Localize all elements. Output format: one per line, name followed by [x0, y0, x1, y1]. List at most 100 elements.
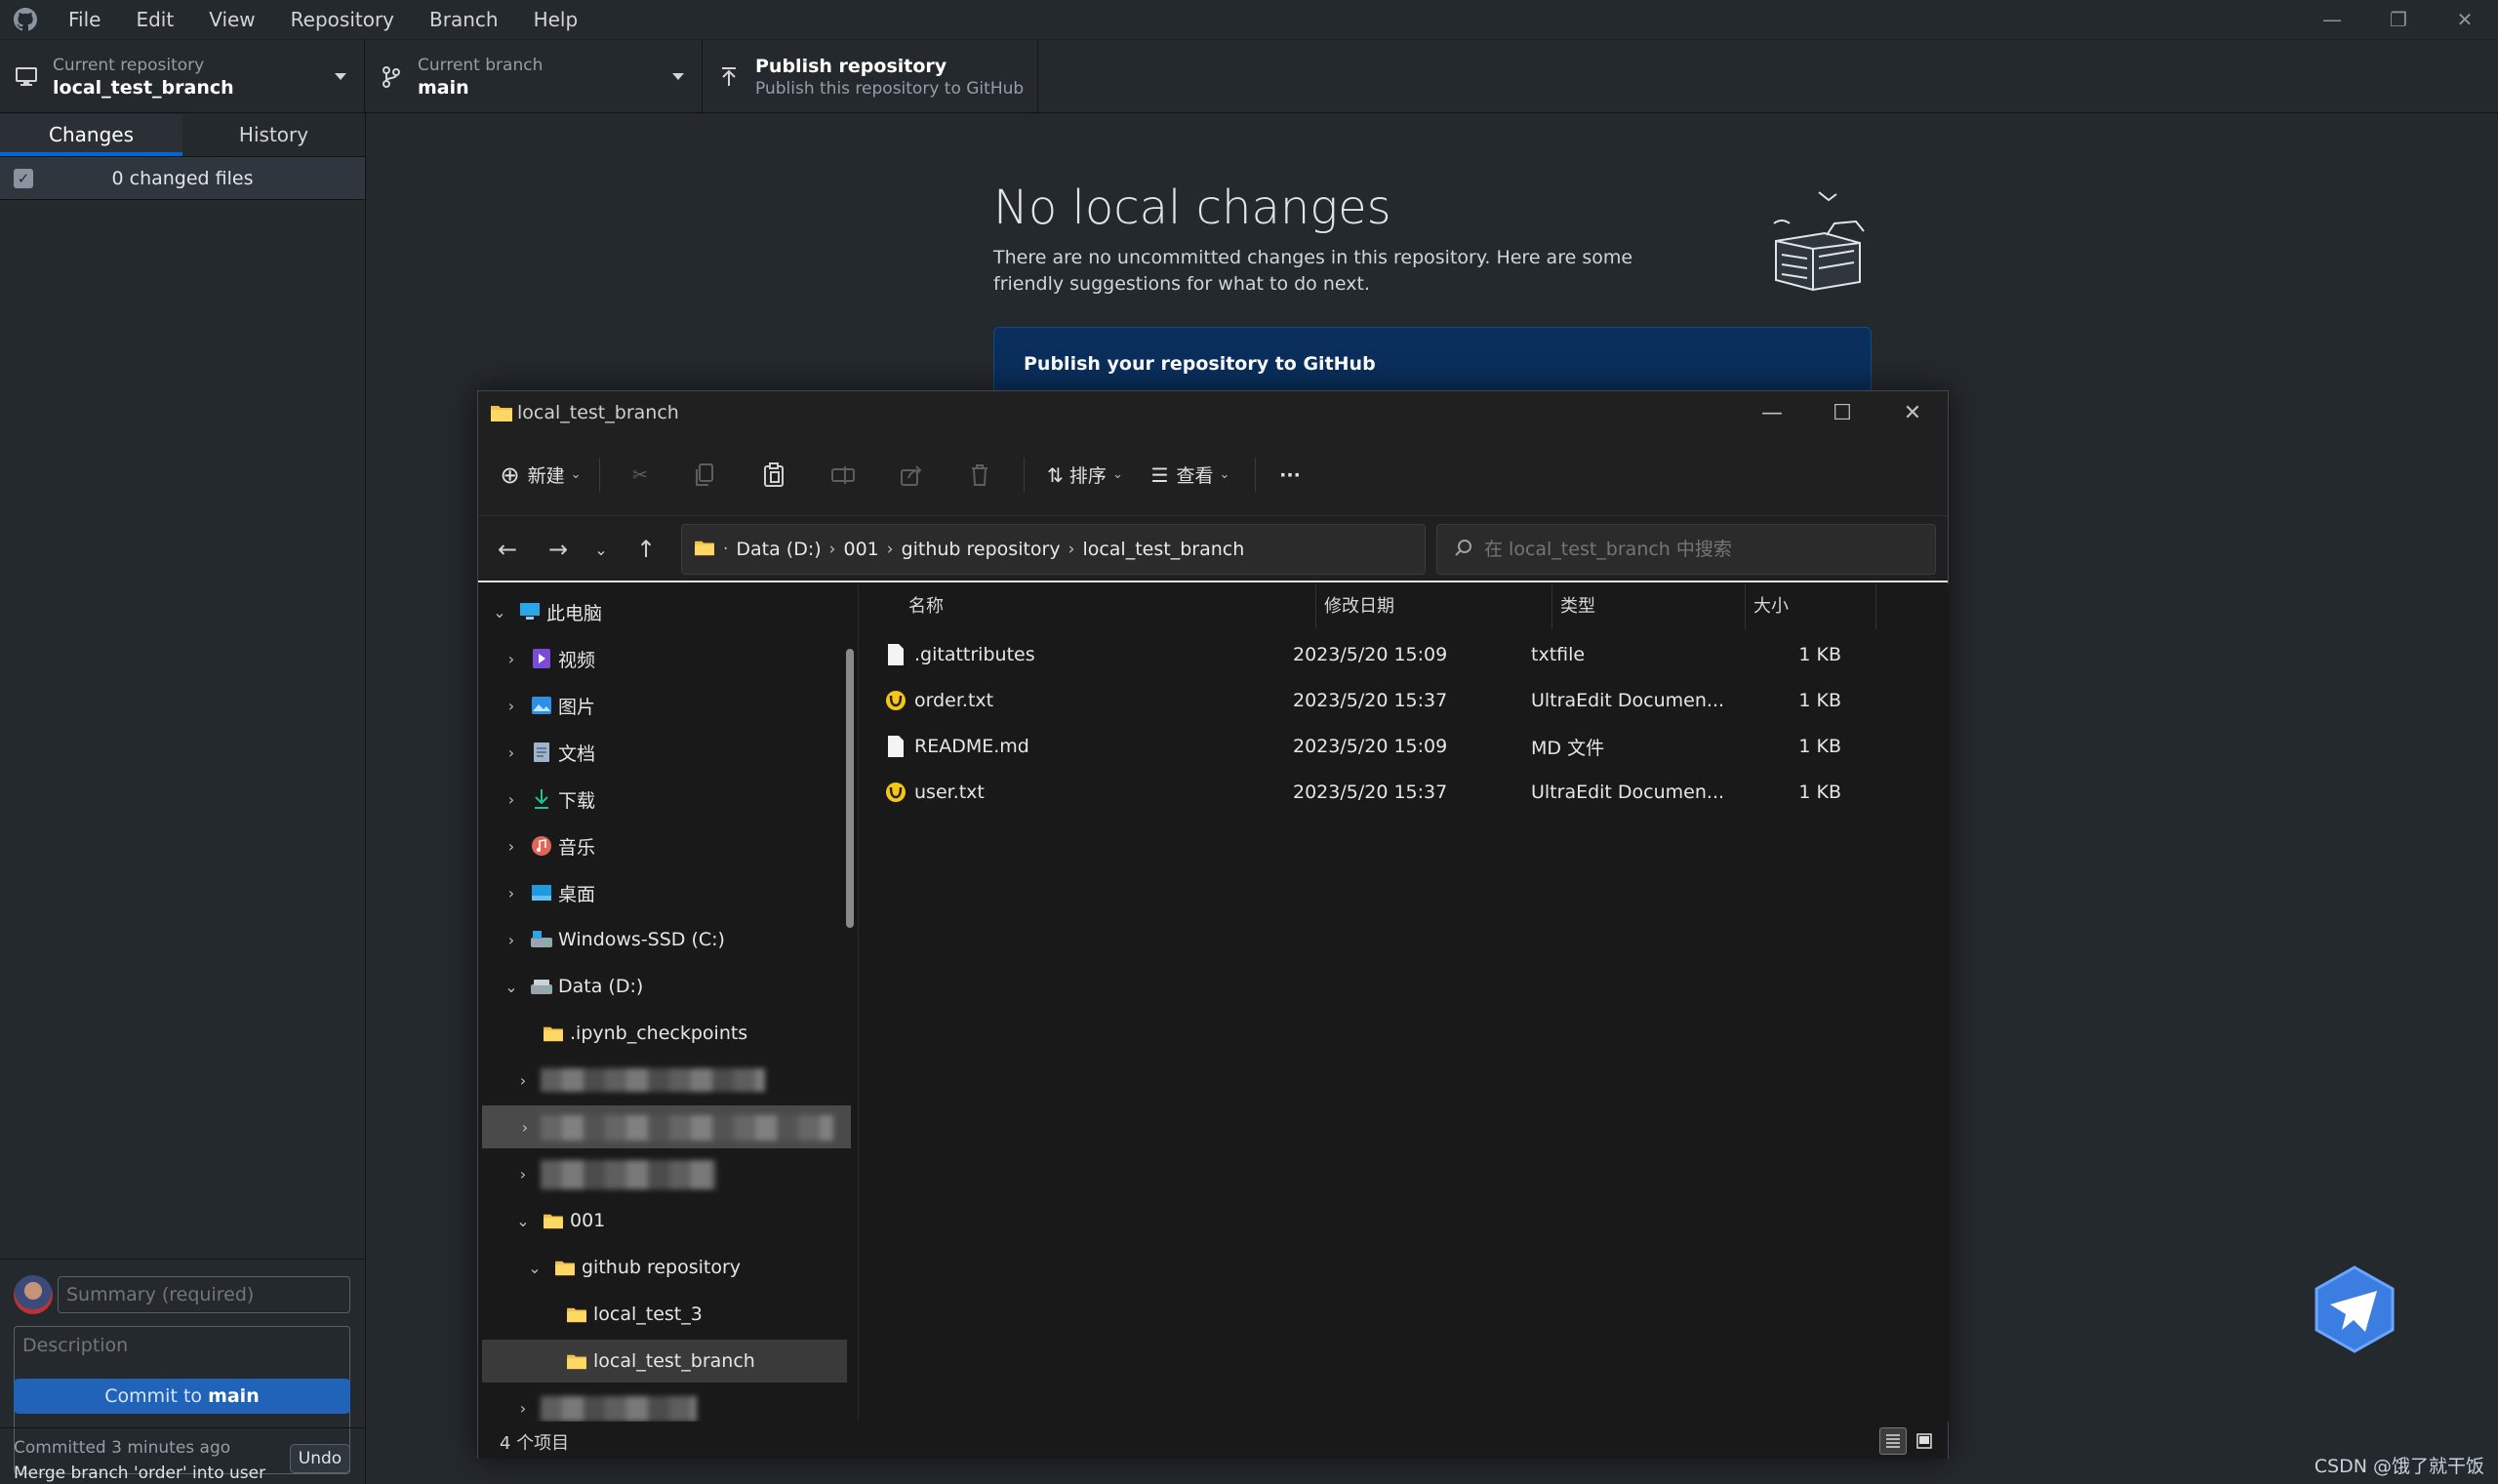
back-arrow-icon[interactable]: ← — [492, 534, 523, 565]
tree-item-local-test-3[interactable]: local_test_3 — [564, 1293, 851, 1336]
summary-input[interactable] — [58, 1276, 350, 1313]
minimize-button[interactable]: — — [2299, 0, 2365, 39]
address-box[interactable]: · Data (D:) › 001 › github repository › … — [681, 524, 1615, 575]
breadcrumb-data-drive[interactable]: Data (D:) — [736, 539, 821, 560]
nav-scrollbar[interactable] — [846, 649, 854, 928]
tree-item-label: .ipynb_checkpoints — [570, 1023, 748, 1044]
tree-item-this-pc[interactable]: ⌄ 此电脑 — [490, 590, 851, 633]
tree-item-downloads[interactable]: › 下载 — [502, 778, 851, 821]
new-button[interactable]: ⊕ 新建 ⌄ — [492, 454, 589, 497]
item-count: 4 个项目 — [500, 1433, 570, 1454]
explorer-maximize-button[interactable]: ☐ — [1807, 391, 1877, 434]
tree-item-redacted[interactable]: › — [513, 1152, 851, 1195]
last-commit-time: Committed 3 minutes ago — [14, 1438, 231, 1458]
file-row[interactable]: user.txt 2023/5/20 15:37 UltraEdit Docum… — [885, 770, 1919, 815]
cut-icon[interactable]: ✂ — [610, 454, 670, 497]
column-header-type[interactable]: 类型 — [1552, 584, 1746, 629]
undo-button[interactable]: Undo — [290, 1444, 350, 1473]
tree-item-music[interactable]: › 音乐 — [502, 824, 851, 867]
tree-item-data-drive[interactable]: ⌄ Data (D:) — [502, 965, 851, 1008]
bird-app-icon[interactable] — [2311, 1265, 2398, 1353]
menu-repository[interactable]: Repository — [273, 0, 412, 39]
ultraedit-icon — [885, 688, 907, 713]
tree-item-documents[interactable]: › 文档 — [502, 731, 851, 774]
search-input[interactable] — [1484, 539, 1894, 560]
column-header-name[interactable]: 名称 — [889, 584, 1316, 629]
tree-item-desktop[interactable]: › 桌面 — [502, 871, 851, 914]
file-modified: 2023/5/20 15:09 — [1293, 644, 1448, 665]
current-repository-dropdown[interactable]: Current repository local_test_branch — [0, 40, 365, 114]
menu-view[interactable]: View — [191, 0, 272, 39]
current-branch-dropdown[interactable]: Current branch main — [365, 40, 703, 114]
explorer-minimize-button[interactable]: — — [1737, 391, 1807, 434]
file-modified: 2023/5/20 15:09 — [1293, 736, 1448, 757]
search-box[interactable] — [1436, 524, 1936, 575]
redacted-label — [541, 1160, 716, 1189]
file-row[interactable]: .gitattributes 2023/5/20 15:09 txtfile 1… — [885, 632, 1919, 677]
downloads-icon — [529, 788, 554, 810]
view-list-icon: ☰ — [1150, 462, 1169, 487]
commit-button[interactable]: Commit to main — [14, 1379, 350, 1414]
file-explorer-window: local_test_branch — ☐ ✕ ⊕ 新建 ⌄ ✂ ⇅ 排序 ⌄ … — [477, 390, 1949, 1459]
file-row[interactable]: order.txt 2023/5/20 15:37 UltraEdit Docu… — [885, 678, 1919, 723]
select-all-checkbox[interactable]: ✓ — [14, 168, 33, 188]
chevron-down-icon: ⌄ — [1111, 467, 1123, 482]
tree-item-label: github repository — [582, 1257, 742, 1278]
tab-history[interactable]: History — [182, 114, 365, 156]
publish-repository-button[interactable]: Publish repository Publish this reposito… — [703, 40, 1038, 114]
tree-item-redacted[interactable]: › — [513, 1386, 851, 1422]
tree-item-github-repository[interactable]: ⌄ github repository — [525, 1246, 851, 1289]
menu-file[interactable]: File — [51, 0, 118, 39]
breadcrumb-001[interactable]: 001 — [843, 539, 878, 560]
view-button[interactable]: ☰ 查看 ⌄ — [1136, 454, 1245, 497]
pictures-icon — [529, 695, 554, 716]
music-icon — [529, 835, 554, 857]
watermark: CSDN @饿了就干饭 — [2314, 1456, 2484, 1477]
breadcrumb-local-test-branch[interactable]: local_test_branch — [1082, 539, 1244, 560]
plus-circle-icon: ⊕ — [500, 461, 520, 489]
desktop-icon — [529, 882, 554, 903]
tree-item-pictures[interactable]: › 图片 — [502, 684, 851, 727]
up-arrow-icon[interactable]: ↑ — [630, 534, 662, 565]
forward-arrow-icon[interactable]: → — [543, 534, 574, 565]
tree-item-label: 此电脑 — [546, 602, 603, 624]
breadcrumb-github-repository[interactable]: github repository — [902, 539, 1061, 560]
share-icon[interactable] — [877, 454, 946, 497]
paste-icon[interactable] — [739, 454, 809, 497]
file-row[interactable]: README.md 2023/5/20 15:09 MD 文件 1 KB — [885, 724, 1919, 769]
rename-icon[interactable] — [809, 454, 877, 497]
file-name: order.txt — [914, 690, 994, 711]
close-button[interactable]: ✕ — [2432, 0, 2498, 39]
tree-item-videos[interactable]: › 视频 — [502, 637, 851, 680]
delete-icon[interactable] — [946, 454, 1014, 497]
chevron-right-icon: › — [507, 696, 515, 715]
tree-item-windows-ssd[interactable]: › Windows-SSD (C:) — [502, 918, 851, 961]
tree-item-ipynb-checkpoints[interactable]: .ipynb_checkpoints — [541, 1012, 851, 1055]
tree-item-label: local_test_3 — [593, 1304, 703, 1325]
file-type: UltraEdit Documen... — [1531, 782, 1725, 803]
header-spacer — [866, 584, 889, 629]
explorer-close-button[interactable]: ✕ — [1877, 391, 1948, 434]
tab-changes[interactable]: Changes — [0, 114, 182, 156]
tree-item-001[interactable]: ⌄ 001 — [513, 1199, 851, 1242]
tree-item-redacted[interactable]: › — [513, 1059, 851, 1102]
chevron-right-icon: › — [507, 930, 515, 949]
restore-button[interactable]: ❐ — [2365, 0, 2432, 39]
more-options-button[interactable]: ··· — [1266, 454, 1314, 497]
menu-edit[interactable]: Edit — [118, 0, 191, 39]
explorer-window-controls: — ☐ ✕ — [1737, 391, 1948, 434]
tree-item-local-test-branch[interactable]: local_test_branch — [482, 1340, 847, 1383]
tree-item-redacted[interactable]: › — [482, 1105, 851, 1148]
column-header-size[interactable]: 大小 — [1746, 584, 1876, 629]
recent-locations-chevron-icon[interactable]: ⌄ — [585, 534, 617, 565]
sidebar-tabs: Changes History — [0, 114, 365, 157]
folder-icon — [541, 1210, 566, 1231]
column-header-modified[interactable]: 修改日期 — [1316, 584, 1552, 629]
menu-help[interactable]: Help — [516, 0, 596, 39]
details-view-icon[interactable] — [1879, 1427, 1907, 1455]
large-icons-view-icon[interactable] — [1911, 1427, 1938, 1455]
last-commit-message: Merge branch 'order' into user — [14, 1464, 266, 1483]
menu-branch[interactable]: Branch — [412, 0, 516, 39]
copy-icon[interactable] — [670, 454, 739, 497]
sort-button[interactable]: ⇅ 排序 ⌄ — [1034, 454, 1136, 497]
